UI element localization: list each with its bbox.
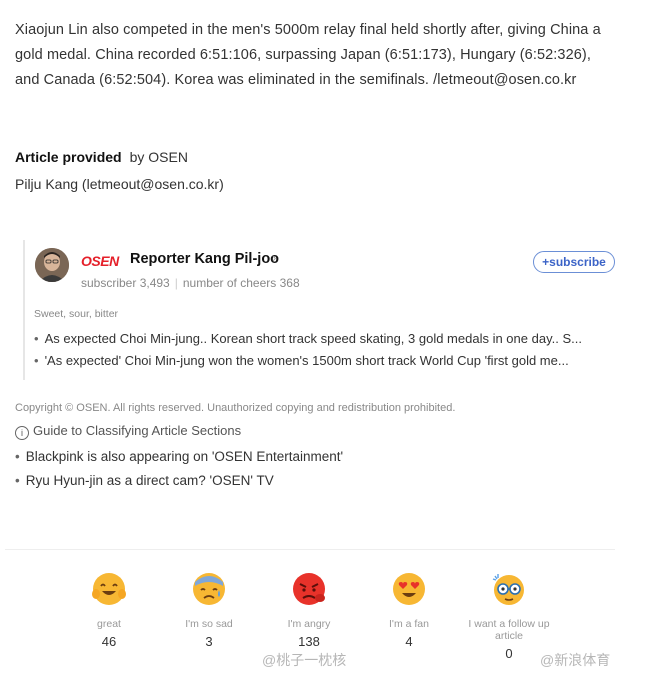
reaction-label: great bbox=[97, 618, 121, 630]
provided-by: by OSEN bbox=[129, 149, 188, 165]
reaction-great[interactable]: great 46 bbox=[54, 570, 164, 649]
article-provider: Article provided by OSEN bbox=[15, 148, 188, 166]
sad-face-icon bbox=[190, 570, 228, 608]
stats-divider: | bbox=[174, 276, 178, 290]
watermark: @新浪体育 bbox=[540, 652, 611, 668]
copyright-notice: Copyright © OSEN. All rights reserved. U… bbox=[15, 402, 456, 414]
bullet-icon: • bbox=[34, 331, 39, 346]
subscriber-count: 3,493 bbox=[139, 276, 170, 290]
reaction-label: I'm a fan bbox=[389, 618, 429, 630]
guide-label[interactable]: Guide to Classifying Article Sections bbox=[33, 423, 241, 438]
reaction-count: 4 bbox=[405, 634, 413, 649]
reporter-email-line: Pilju Kang (letmeout@osen.co.kr) bbox=[15, 176, 224, 192]
info-icon: i bbox=[15, 426, 29, 440]
reaction-angry[interactable]: I'm angry 138 bbox=[254, 570, 364, 649]
reaction-label: I'm angry bbox=[287, 618, 331, 630]
heart-eyes-icon bbox=[390, 570, 428, 608]
related-article-link[interactable]: • 'As expected' Choi Min-jung won the wom… bbox=[34, 353, 619, 368]
reaction-fan[interactable]: I'm a fan 4 bbox=[354, 570, 464, 649]
reaction-sad[interactable]: I'm so sad 3 bbox=[154, 570, 264, 649]
promo-link-label[interactable]: Blackpink is also appearing on 'OSEN Ent… bbox=[26, 449, 343, 464]
angry-face-icon bbox=[290, 570, 328, 608]
osen-logo: OSEN bbox=[81, 253, 119, 269]
guide-link[interactable]: i Guide to Classifying Article Sections bbox=[15, 423, 241, 440]
watermark: @桃子一枕核 bbox=[262, 652, 347, 668]
bullet-icon: • bbox=[15, 473, 20, 488]
bullet-icon: • bbox=[34, 353, 39, 368]
promo-link[interactable]: • Ryu Hyun-jin as a direct cam? 'OSEN' TV bbox=[15, 473, 274, 488]
chevron-right-icon[interactable]: › bbox=[272, 250, 276, 265]
reaction-count: 3 bbox=[205, 634, 213, 649]
cheers-count: 368 bbox=[279, 276, 300, 290]
subscriber-label: subscriber bbox=[81, 276, 137, 290]
promo-link-label[interactable]: Ryu Hyun-jin as a direct cam? 'OSEN' TV bbox=[26, 473, 274, 488]
reporter-card: OSEN Reporter Kang Pil-joo › subscriber … bbox=[23, 240, 620, 380]
bullet-icon: • bbox=[15, 449, 20, 464]
section-divider bbox=[5, 549, 615, 550]
reporter-name[interactable]: Reporter Kang Pil-joo bbox=[130, 251, 279, 267]
reaction-count: 46 bbox=[101, 634, 117, 649]
subscribe-button[interactable]: +subscribe bbox=[533, 251, 615, 273]
article-paragraph: Xiaojun Lin also competed in the men's 5… bbox=[15, 22, 601, 88]
provided-label: Article provided bbox=[15, 149, 122, 165]
reporter-stats: subscriber 3,493 | number of cheers 368 bbox=[81, 276, 300, 290]
happy-face-icon bbox=[90, 570, 128, 608]
glasses-face-icon bbox=[490, 570, 528, 608]
reaction-label: I want a follow up article bbox=[468, 618, 550, 642]
related-article-title[interactable]: As expected Choi Min-jung.. Korean short… bbox=[45, 331, 582, 346]
reporter-section-label: Sweet, sour, bitter bbox=[34, 308, 119, 320]
reaction-count: 138 bbox=[298, 634, 320, 649]
related-article-title[interactable]: 'As expected' Choi Min-jung won the wome… bbox=[45, 353, 569, 368]
related-article-link[interactable]: • As expected Choi Min-jung.. Korean shor… bbox=[34, 331, 619, 346]
promo-link[interactable]: • Blackpink is also appearing on 'OSEN En… bbox=[15, 449, 343, 464]
reaction-label: I'm so sad bbox=[185, 618, 233, 630]
cheers-label: number of cheers bbox=[182, 276, 277, 290]
reaction-follow-up[interactable]: I want a follow up article 0 bbox=[454, 570, 564, 661]
reporter-avatar[interactable] bbox=[35, 248, 69, 282]
